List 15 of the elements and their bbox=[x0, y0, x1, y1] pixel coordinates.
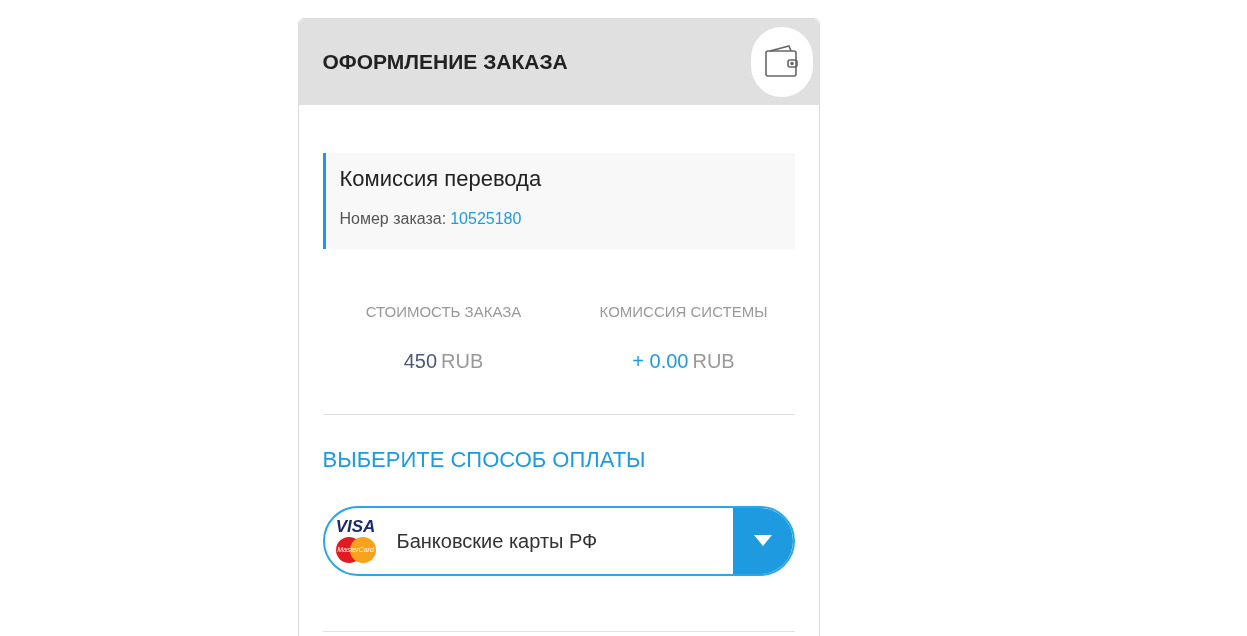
visa-logo: VISA bbox=[335, 517, 376, 536]
stat-label: СТОИМОСТЬ ЗАКАЗА bbox=[365, 302, 522, 322]
selected-method: Банковские карты РФ bbox=[396, 528, 599, 554]
header-title: ОФОРМЛЕНИЕ ЗАКАЗА bbox=[322, 49, 568, 76]
stat-currency: RUB bbox=[692, 348, 735, 374]
stat-amount: 450 bbox=[403, 348, 438, 374]
order-title: Комиссия перевода bbox=[339, 165, 543, 193]
stat-label: КОМИССИЯ СИСТЕМЫ bbox=[599, 302, 768, 322]
stat-currency: RUB bbox=[441, 348, 484, 374]
order-number-label: Номер заказа: bbox=[339, 209, 447, 229]
dropdown-toggle[interactable] bbox=[732, 507, 793, 574]
payment-heading: ВЫБЕРИТЕ СПОСОБ ОПЛАТЫ bbox=[322, 445, 647, 474]
stat-amount: + 0.00 bbox=[632, 348, 689, 374]
order-number: 10525180 bbox=[450, 209, 522, 229]
caret-icon bbox=[753, 535, 772, 546]
